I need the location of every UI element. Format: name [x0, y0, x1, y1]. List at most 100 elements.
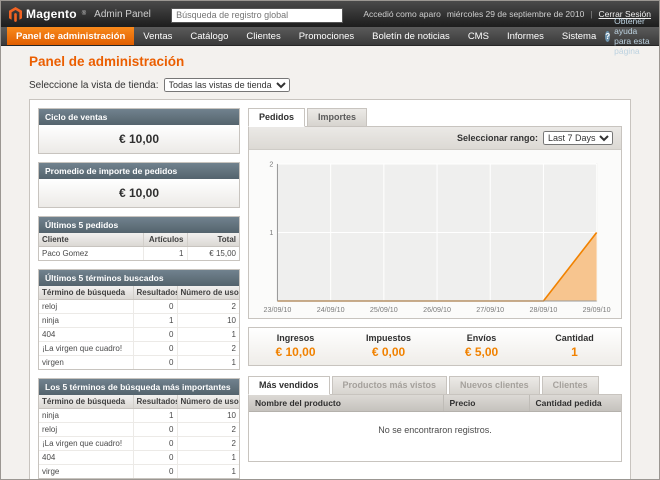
total-impuestos: Impuestos € 0,00	[342, 333, 435, 359]
table-row[interactable]: Paco Gomez 1 € 15,00	[39, 247, 239, 261]
store-view-label: Seleccione la vista de tienda:	[29, 80, 159, 91]
tab-clientes[interactable]: Clientes	[542, 376, 599, 395]
help-label: Obtener ayuda para esta página	[614, 16, 651, 56]
table-row[interactable]: ¡La virgen que cuadro! 0 2	[39, 437, 239, 451]
top-search-terms-table: Término de búsqueda Resultados Número de…	[39, 395, 239, 478]
magento-logo: Magento ® Admin Panel	[9, 7, 151, 22]
total-ingresos: Ingresos € 10,00	[249, 333, 342, 359]
store-view-select[interactable]: Todas las vistas de tienda	[164, 78, 290, 92]
logged-in-as: Accedió como aparo	[363, 9, 441, 19]
col-header: Cantidad pedida	[529, 395, 621, 412]
products-grid-box: Nombre del producto Precio Cantidad pedi…	[248, 394, 622, 462]
lifetime-sales-title: Ciclo de ventas	[39, 109, 239, 125]
tab-mas-vendidos[interactable]: Más vendidos	[248, 376, 330, 395]
nav-item-sistema[interactable]: Sistema	[553, 27, 605, 45]
table-row[interactable]: ninja 1 10	[39, 409, 239, 423]
col-header: Artículos	[143, 233, 187, 247]
col-header: Número de usos	[177, 395, 239, 409]
tab-productos-mas-vistos[interactable]: Productos más vistos	[332, 376, 448, 395]
table-row[interactable]: reloj 0 2	[39, 423, 239, 437]
last-search-terms-title: Últimos 5 términos buscados	[39, 270, 239, 286]
table-row[interactable]: ¡La virgen que cuadro! 0 2	[39, 342, 239, 356]
nav-item-cms[interactable]: CMS	[459, 27, 498, 45]
range-label: Seleccionar rango:	[457, 133, 538, 143]
cell-customer: Paco Gomez	[39, 247, 143, 261]
last-orders-table: Cliente Artículos Total Paco Gomez 1 € 1…	[39, 233, 239, 260]
table-row[interactable]: reloj 0 2	[39, 300, 239, 314]
header-separator: |	[590, 9, 592, 19]
empty-row: No se encontraron registros.	[249, 412, 621, 462]
svg-text:24/09/10: 24/09/10	[317, 306, 345, 314]
logo-subtitle: Admin Panel	[94, 9, 151, 20]
cell-term: virgen	[39, 356, 133, 370]
nav-item-boletin[interactable]: Boletín de noticias	[363, 27, 459, 45]
dashboard-container: Ciclo de ventas € 10,00 Promedio de impo…	[29, 99, 631, 480]
col-header: Resultados	[133, 395, 177, 409]
page-help-link[interactable]: ? Obtener ayuda para esta página	[605, 27, 659, 45]
global-search	[171, 5, 343, 23]
col-header: Número de usos	[177, 286, 239, 300]
cell-term: virge	[39, 465, 133, 479]
nav-item-ventas[interactable]: Ventas	[134, 27, 181, 45]
cell-term: 404	[39, 451, 133, 465]
average-orders-panel: Promedio de importe de pedidos € 10,00	[38, 162, 240, 208]
last-orders-title: Últimos 5 pedidos	[39, 217, 239, 233]
cell-items: 1	[143, 247, 187, 261]
nav-item-promociones[interactable]: Promociones	[290, 27, 363, 45]
svg-text:25/09/10: 25/09/10	[370, 306, 398, 314]
svg-text:23/09/10: 23/09/10	[264, 306, 292, 314]
cell-term: ¡La virgen que cuadro!	[39, 342, 133, 356]
svg-text:29/09/10: 29/09/10	[583, 306, 611, 314]
last-search-terms-table: Término de búsqueda Resultados Número de…	[39, 286, 239, 369]
last-orders-panel: Últimos 5 pedidos Cliente Artículos Tota…	[38, 216, 240, 261]
nav-item-informes[interactable]: Informes	[498, 27, 553, 45]
col-header: Término de búsqueda	[39, 395, 133, 409]
content-area: Panel de administración Seleccione la vi…	[1, 54, 659, 480]
total-cantidad: Cantidad 1	[528, 333, 621, 359]
products-tabs: Más vendidos Productos más vistos Nuevos…	[248, 376, 622, 395]
cell-total: € 15,00	[187, 247, 239, 261]
table-row[interactable]: 404 0 1	[39, 328, 239, 342]
help-icon: ?	[605, 31, 610, 42]
last-search-terms-panel: Últimos 5 términos buscados Término de b…	[38, 269, 240, 370]
tab-pedidos[interactable]: Pedidos	[248, 108, 305, 127]
range-select[interactable]: Last 7 Days	[543, 131, 613, 145]
average-orders-title: Promedio de importe de pedidos	[39, 163, 239, 179]
header-date: miércoles 29 de septiembre de 2010	[447, 9, 585, 19]
no-records-message: No se encontraron registros.	[249, 412, 621, 462]
products-grid: Nombre del producto Precio Cantidad pedi…	[249, 395, 621, 461]
top-header: Magento ® Admin Panel Accedió como aparo …	[1, 1, 659, 27]
nav-item-dashboard[interactable]: Panel de administración	[7, 27, 134, 45]
nav-item-clientes[interactable]: Clientes	[237, 27, 289, 45]
cell-term: reloj	[39, 423, 133, 437]
table-row[interactable]: ninja 1 10	[39, 314, 239, 328]
lifetime-sales-value: € 10,00	[39, 125, 239, 153]
col-header: Resultados	[133, 286, 177, 300]
header-user-area: Accedió como aparo miércoles 29 de septi…	[363, 9, 651, 19]
col-header: Nombre del producto	[249, 395, 443, 412]
table-row[interactable]: virgen 0 1	[39, 356, 239, 370]
cell-term: ninja	[39, 409, 133, 423]
cell-term: 404	[39, 328, 133, 342]
logo-reg-mark: ®	[82, 11, 86, 17]
orders-amounts-tabs: Pedidos Importes	[248, 108, 622, 127]
tab-nuevos-clientes[interactable]: Nuevos clientes	[449, 376, 540, 395]
orders-chart-box: Seleccionar rango: Last 7 Days 23/09/10 2…	[248, 126, 622, 319]
svg-text:28/09/10: 28/09/10	[529, 306, 557, 314]
logo-text: Magento	[26, 7, 77, 21]
main-nav: Panel de administración Ventas Catálogo …	[1, 27, 659, 46]
cell-term: ¡La virgen que cuadro!	[39, 437, 133, 451]
dashboard-main: Pedidos Importes Seleccionar rango: Last…	[248, 108, 622, 480]
page-title: Panel de administración	[29, 54, 631, 69]
orders-chart: 23/09/1024/09/1025/09/1026/09/1027/09/10…	[249, 150, 621, 318]
svg-text:1: 1	[269, 229, 273, 237]
table-row[interactable]: virge 0 1	[39, 465, 239, 479]
svg-text:26/09/10: 26/09/10	[423, 306, 451, 314]
orders-area-chart: 23/09/1024/09/1025/09/1026/09/1027/09/10…	[257, 158, 613, 316]
store-view-row: Seleccione la vista de tienda: Todas las…	[29, 78, 631, 92]
nav-item-catalogo[interactable]: Catálogo	[181, 27, 237, 45]
table-row[interactable]: 404 0 1	[39, 451, 239, 465]
global-search-input[interactable]	[171, 8, 343, 23]
totals-bar: Ingresos € 10,00 Impuestos € 0,00 Envíos…	[248, 327, 622, 366]
tab-importes[interactable]: Importes	[307, 108, 367, 127]
